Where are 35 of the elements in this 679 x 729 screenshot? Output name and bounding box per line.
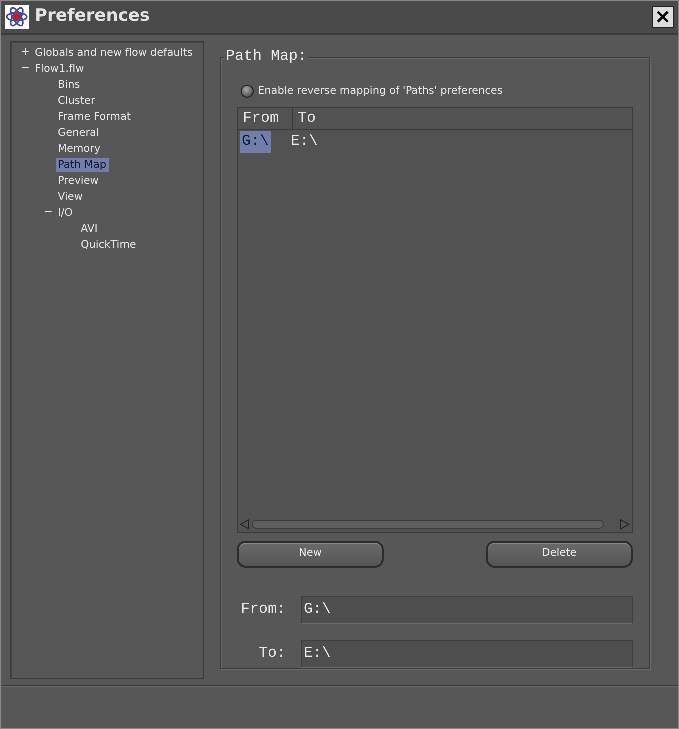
input-field[interactable]: E:\ [301,640,633,668]
column-header[interactable]: To [293,108,632,129]
close-icon [657,11,669,23]
tree-item[interactable]: Globals and new flow defaults [33,46,195,60]
expand-toggle[interactable]: − [41,205,56,221]
tree-item[interactable]: View [56,190,85,204]
tree-item[interactable]: QuickTime [79,238,138,252]
column-header[interactable]: From [238,108,293,129]
tree-item[interactable]: Bins [56,78,82,92]
tree-item[interactable]: Path Map [56,158,109,172]
table-cell-text: E:\ [290,132,320,152]
scrollbar-track[interactable] [252,520,604,530]
app-icon [5,5,29,29]
tree-item[interactable]: AVI [79,222,100,236]
tree-item[interactable]: Frame Format [56,110,134,124]
field-label: To: [258,644,287,664]
close-button[interactable] [652,6,674,28]
tree-item[interactable]: Flow1.flw [33,62,86,76]
radio-button[interactable] [241,85,254,98]
radio-label: Enable reverse mapping of 'Paths' preferences [258,84,503,99]
expand-toggle[interactable]: − [18,61,33,77]
expand-toggle[interactable]: + [18,45,33,61]
tree-item[interactable]: General [56,126,102,140]
field-label: From: [240,600,287,620]
tree-item[interactable]: Memory [56,142,103,156]
window-title: Preferences [35,5,150,28]
scroll-right-icon[interactable] [620,519,630,530]
tree-item[interactable]: Cluster [56,94,98,108]
scroll-left-icon[interactable] [240,519,250,530]
action-button[interactable]: Delete [486,540,633,568]
action-button[interactable]: New [237,540,384,568]
tree-item[interactable]: I/O [56,206,75,220]
tree-item[interactable]: Preview [56,174,101,188]
input-field[interactable]: G:\ [301,596,633,624]
table-cell: G:\ [240,130,272,153]
